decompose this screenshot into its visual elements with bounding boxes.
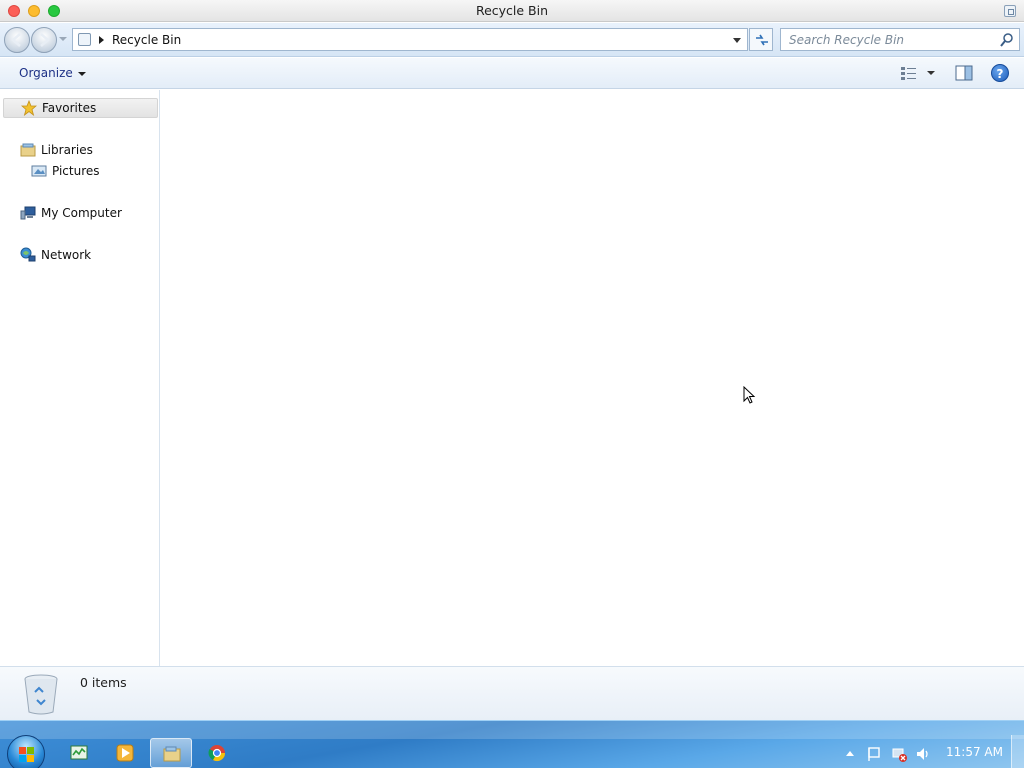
organize-label: Organize	[19, 66, 73, 80]
search-box[interactable]: Search Recycle Bin	[780, 28, 1020, 51]
preview-pane-button[interactable]	[955, 65, 973, 81]
command-bar: Organize ?	[0, 58, 1024, 89]
computer-icon	[20, 206, 36, 220]
show-desktop-button[interactable]	[1011, 735, 1024, 768]
change-view-button[interactable]	[900, 65, 938, 83]
sidebar-item-network[interactable]: Network	[20, 245, 91, 265]
start-button[interactable]	[7, 735, 45, 768]
sidebar-item-label: Pictures	[52, 164, 100, 178]
libraries-folder-icon	[20, 143, 36, 157]
forward-arrow-icon	[40, 33, 50, 47]
explorer-icon	[163, 746, 181, 762]
taskbar-task-manager[interactable]	[58, 738, 100, 768]
title-bar: Recycle Bin	[0, 0, 1024, 22]
sidebar-item-label: Network	[41, 248, 92, 262]
forward-button[interactable]	[31, 27, 57, 53]
window-restore-icon[interactable]	[1004, 5, 1016, 17]
sidebar-item-favorites[interactable]: Favorites	[3, 98, 158, 118]
sidebar-item-label: Favorites	[42, 101, 97, 115]
recent-pages-dropdown[interactable]	[59, 37, 67, 41]
back-arrow-icon	[11, 33, 21, 47]
refresh-icon	[756, 34, 768, 46]
mouse-cursor-icon	[743, 386, 756, 404]
pictures-icon	[31, 165, 47, 177]
action-center-flag-icon[interactable]	[866, 746, 882, 762]
taskbar-chrome[interactable]	[196, 738, 238, 768]
back-button[interactable]	[4, 27, 30, 53]
sidebar-item-pictures[interactable]: Pictures	[31, 161, 100, 181]
network-icon	[20, 247, 36, 262]
sidebar-item-my-computer[interactable]: My Computer	[20, 203, 122, 223]
sidebar-item-libraries[interactable]: Libraries	[20, 140, 93, 160]
chrome-icon	[208, 745, 226, 762]
address-bar[interactable]: Recycle Bin	[72, 28, 748, 51]
details-pane: 0 items	[0, 666, 1024, 720]
help-icon[interactable]: ?	[991, 64, 1009, 82]
search-icon[interactable]	[999, 32, 1015, 48]
breadcrumb-recycle-bin[interactable]: Recycle Bin	[112, 33, 181, 47]
taskbar-media-player[interactable]	[104, 738, 146, 768]
taskbar-clock[interactable]: 11:57 AM	[946, 745, 1003, 759]
refresh-button[interactable]	[749, 28, 773, 51]
navigation-pane: Favorites Libraries Pictures My Computer…	[0, 90, 160, 666]
file-list-area[interactable]	[161, 90, 1024, 666]
sidebar-item-label: My Computer	[41, 206, 122, 220]
navigation-bar: Recycle Bin Search Recycle Bin	[0, 23, 1024, 57]
view-options-dropdown-icon	[927, 71, 935, 75]
network-disconnected-icon[interactable]	[891, 746, 907, 762]
view-details-icon	[901, 67, 916, 80]
volume-icon[interactable]	[915, 746, 931, 762]
organize-button[interactable]: Organize	[11, 64, 94, 84]
item-count: 0 items	[80, 675, 127, 690]
search-input[interactable]: Search Recycle Bin	[789, 33, 904, 47]
windows-logo-icon	[19, 747, 34, 762]
media-player-icon	[116, 744, 134, 762]
sidebar-item-label: Libraries	[41, 143, 93, 157]
task-manager-icon	[70, 745, 88, 760]
chevron-down-icon	[77, 71, 86, 76]
star-icon	[21, 100, 37, 116]
preview-pane-icon	[955, 65, 973, 81]
window-title: Recycle Bin	[475, 3, 549, 18]
show-hidden-icons-icon[interactable]	[846, 751, 854, 756]
recycle-bin-small-icon	[78, 33, 91, 46]
taskbar-explorer[interactable]	[150, 738, 192, 768]
breadcrumb-chevron-icon[interactable]	[99, 36, 104, 44]
taskbar: 11:57 AM	[0, 720, 1024, 768]
recycle-bin-icon	[24, 674, 58, 715]
address-history-dropdown[interactable]	[733, 38, 741, 43]
